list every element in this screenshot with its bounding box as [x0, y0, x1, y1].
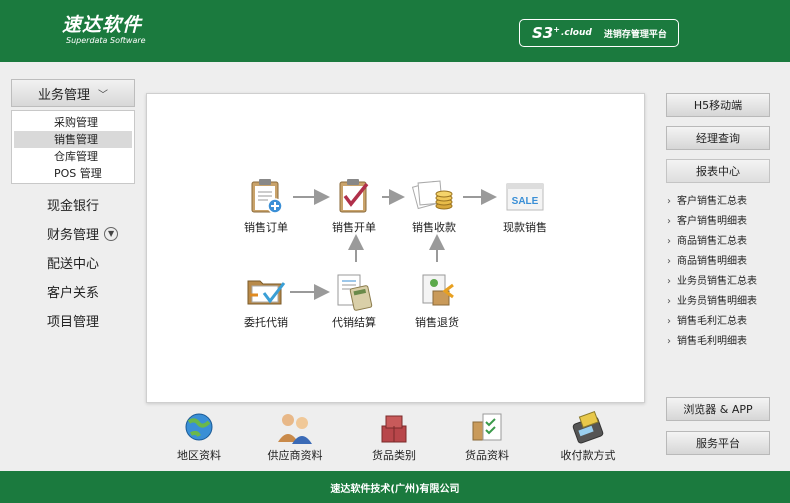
report-link-label: 业务员销售明细表	[677, 296, 757, 307]
nav-project-label: 项目管理	[47, 315, 100, 330]
flow-sales-invoice[interactable]: 销售开单	[322, 176, 386, 235]
header-bar: 速达软件 Superdata Software S3+ .cloud 进销存管理…	[0, 0, 790, 62]
flow-consignment-settle[interactable]: 代销结算	[322, 271, 386, 330]
double-chevron-down-icon: ﹀	[98, 89, 108, 101]
nav-distribution[interactable]: 配送中心	[47, 253, 99, 272]
logo-english: Superdata Software	[66, 36, 146, 45]
clipboard-plus-icon	[251, 179, 283, 214]
quick-goods-label: 货品资料	[465, 449, 509, 462]
nav-cash-bank-label: 现金银行	[47, 199, 100, 214]
nav-customer[interactable]: 客户关系	[47, 282, 99, 301]
chevron-right-icon: ›	[667, 216, 671, 227]
report-link[interactable]: › 销售毛利明细表	[667, 334, 777, 354]
report-link-label: 客户销售明细表	[677, 216, 747, 227]
product-s3: S3+	[532, 24, 560, 42]
quick-payment-label: 收付款方式	[560, 449, 616, 462]
flow-cash-sale-label: 现款销售	[503, 221, 547, 234]
quick-goods[interactable]: 货品资料	[450, 410, 524, 463]
quick-goods-category-label: 货品类别	[372, 449, 416, 462]
quick-supplier[interactable]: 供应商资料	[258, 410, 332, 463]
flow-cash-sale[interactable]: SALE 现款销售	[493, 176, 557, 235]
document-return-icon	[422, 274, 454, 306]
report-link-label: 商品销售汇总表	[677, 236, 747, 247]
nav-finance-label: 财务管理	[47, 228, 100, 243]
nav-cash-bank[interactable]: 现金银行	[47, 195, 99, 214]
flow-consignment-label: 委托代销	[244, 316, 288, 329]
business-submenu: 采购管理 销售管理 仓库管理 POS 管理	[11, 110, 135, 184]
quick-supplier-label: 供应商资料	[267, 449, 323, 462]
calculator-document-icon	[337, 274, 373, 311]
brand-logo: 速达软件 Superdata Software	[62, 14, 146, 46]
chevron-right-icon: ›	[667, 316, 671, 327]
svg-text:SALE: SALE	[512, 196, 539, 207]
quick-goods-category[interactable]: 货品类别	[357, 410, 431, 463]
sale-tag-icon: SALE	[506, 183, 544, 211]
nav-current-label: 业务管理	[37, 87, 90, 103]
flow-sales-receipt-label: 销售收款	[412, 221, 456, 234]
globe-icon	[185, 413, 213, 441]
box-checklist-icon	[472, 413, 502, 441]
quick-region-label: 地区资料	[177, 449, 221, 462]
nav-customer-label: 客户关系	[47, 286, 100, 301]
clipboard-check-icon	[339, 179, 369, 213]
flow-sales-receipt[interactable]: 销售收款	[402, 176, 466, 235]
quick-region[interactable]: 地区资料	[162, 410, 236, 463]
report-link[interactable]: › 业务员销售汇总表	[667, 274, 777, 294]
flow-sales-invoice-label: 销售开单	[332, 221, 376, 234]
nav-business-management[interactable]: 业务管理 ﹀	[11, 79, 135, 107]
folder-check-icon	[247, 280, 286, 305]
chevron-right-icon: ›	[667, 196, 671, 207]
chevron-right-icon: ›	[667, 256, 671, 267]
footer-bar: 速达软件技术(广州)有限公司	[0, 471, 790, 503]
report-link[interactable]: › 客户销售明细表	[667, 214, 777, 234]
submenu-pos[interactable]: POS 管理	[14, 165, 132, 182]
chevron-right-icon: ›	[667, 296, 671, 307]
chevron-right-icon: ›	[667, 236, 671, 247]
sales-flow-panel: 销售订单 销售开单 销售收款 SALE 现款销售 委托代销 代销结算 销售退货	[146, 93, 645, 403]
report-list: › 客户销售汇总表 › 客户销售明细表 › 商品销售汇总表 › 商品销售明细表 › 业务员…	[667, 194, 777, 354]
platform-name: 进销存管理平台	[603, 29, 667, 40]
submenu-warehouse[interactable]: 仓库管理	[14, 148, 132, 165]
nav-project[interactable]: 项目管理	[47, 311, 99, 330]
submenu-purchase[interactable]: 采购管理	[14, 114, 132, 131]
nav-distribution-label: 配送中心	[47, 257, 100, 272]
product-badge: S3+ .cloud 进销存管理平台	[519, 19, 679, 47]
flow-arrows	[290, 189, 497, 300]
coins-documents-icon	[412, 180, 453, 210]
flow-consignment[interactable]: 委托代销	[234, 271, 298, 330]
report-link[interactable]: › 业务员销售明细表	[667, 294, 777, 314]
service-platform-button[interactable]: 服务平台	[666, 431, 770, 455]
report-link[interactable]: › 商品销售明细表	[667, 254, 777, 274]
report-link[interactable]: › 销售毛利汇总表	[667, 314, 777, 334]
logo-chinese: 速达软件	[62, 14, 143, 36]
nav-finance[interactable]: 财务管理 ▼	[47, 224, 119, 243]
report-link[interactable]: › 商品销售汇总表	[667, 234, 777, 254]
flow-sales-return-label: 销售退货	[415, 316, 459, 329]
product-cloud: .cloud	[560, 28, 592, 38]
chevron-right-icon: ›	[667, 336, 671, 347]
flow-consignment-settle-label: 代销结算	[332, 316, 376, 329]
report-link-label: 客户销售汇总表	[677, 196, 747, 207]
flow-sales-order-label: 销售订单	[244, 221, 288, 234]
flow-sales-return[interactable]: 销售退货	[405, 271, 469, 330]
quick-payment[interactable]: 收付款方式	[551, 410, 625, 463]
company-name: 速达软件技术(广州)有限公司	[330, 483, 460, 495]
boxes-icon	[381, 415, 407, 443]
report-link-label: 商品销售明细表	[677, 256, 747, 267]
report-link-label: 销售毛利汇总表	[677, 316, 747, 327]
browser-app-button[interactable]: 浏览器 & APP	[666, 397, 770, 421]
h5-mobile-button[interactable]: H5移动端	[666, 93, 770, 117]
flow-sales-order[interactable]: 销售订单	[234, 176, 298, 235]
chevron-right-icon: ›	[667, 276, 671, 287]
manager-query-button[interactable]: 经理查询	[666, 126, 770, 150]
people-icon	[278, 414, 312, 444]
report-link-label: 销售毛利明细表	[677, 336, 747, 347]
chevron-down-circle-icon[interactable]: ▼	[104, 226, 119, 241]
report-link-label: 业务员销售汇总表	[677, 276, 757, 287]
submenu-sales[interactable]: 销售管理	[14, 131, 132, 148]
report-link[interactable]: › 客户销售汇总表	[667, 194, 777, 214]
card-terminal-icon	[572, 410, 604, 444]
report-center-header: 报表中心	[666, 159, 770, 183]
